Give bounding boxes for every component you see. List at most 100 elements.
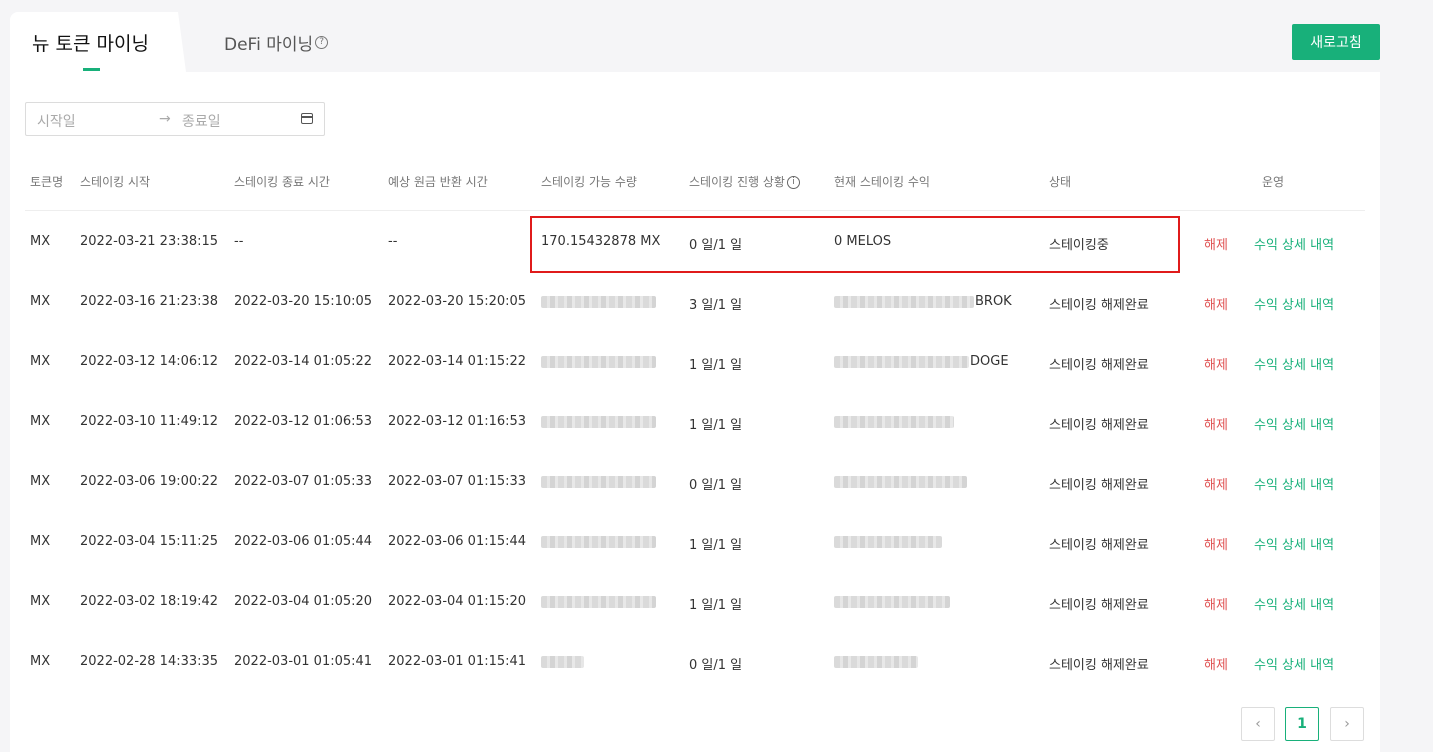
cell-progress: 0 일/1 일 (689, 658, 743, 673)
release-link[interactable]: 해제 (1204, 234, 1228, 253)
cell-earnings: DOGE (970, 354, 1009, 369)
cell-progress: 1 일/1 일 (689, 538, 743, 553)
blurred-amount (541, 296, 656, 308)
end-date-input[interactable]: 종료일 (182, 111, 221, 131)
blurred-earnings (834, 536, 942, 548)
cell-token: MX (30, 294, 51, 309)
pagination-page-1[interactable]: 1 (1285, 707, 1319, 741)
tab-defi-mining[interactable]: DeFi 마이닝 ? (224, 30, 329, 55)
pagination-next-button[interactable]: › (1330, 707, 1364, 741)
cell-end: 2022-03-20 15:10:05 (234, 294, 373, 309)
header-divider (25, 210, 1365, 211)
cell-return: 2022-03-04 01:15:20 (388, 594, 527, 609)
blurred-amount (541, 356, 656, 368)
release-link[interactable]: 해제 (1204, 414, 1228, 433)
cell-status: 스테이킹 해제완료 (1049, 598, 1149, 613)
cell-progress: 1 일/1 일 (689, 358, 743, 373)
cell-end: 2022-03-04 01:05:20 (234, 594, 373, 609)
start-date-input[interactable]: 시작일 (37, 111, 76, 131)
cell-progress: 1 일/1 일 (689, 418, 743, 433)
blurred-earnings (834, 596, 950, 608)
cell-start: 2022-03-12 14:06:12 (80, 354, 219, 369)
blurred-earnings (834, 416, 954, 428)
cell-token: MX (30, 234, 51, 249)
pagination-prev-button[interactable]: ‹ (1241, 707, 1275, 741)
col-status: 상태 (1049, 175, 1072, 189)
col-progress: 스테이킹 진행 상황 i (689, 173, 800, 190)
cell-return: 2022-03-07 01:15:33 (388, 474, 527, 489)
cell-return: -- (388, 234, 398, 249)
cell-return: 2022-03-20 15:20:05 (388, 294, 527, 309)
release-link[interactable]: 해제 (1204, 354, 1228, 373)
release-link[interactable]: 해제 (1204, 594, 1228, 613)
blurred-amount (541, 596, 656, 608)
col-return: 예상 원금 반환 시간 (388, 175, 488, 189)
cell-start: 2022-03-06 19:00:22 (80, 474, 219, 489)
cell-status: 스테이킹 해제완료 (1049, 658, 1149, 673)
earnings-detail-link[interactable]: 수익 상세 내역 (1254, 354, 1334, 373)
release-link[interactable]: 해제 (1204, 294, 1228, 313)
cell-status: 스테이킹 해제완료 (1049, 418, 1149, 433)
earnings-detail-link[interactable]: 수익 상세 내역 (1254, 594, 1334, 613)
info-icon[interactable]: i (786, 176, 800, 189)
chevron-right-icon: › (1344, 716, 1350, 732)
col-operation: 운영 (1262, 175, 1285, 189)
blurred-earnings (834, 296, 974, 308)
col-earnings: 현재 스테이킹 수익 (834, 175, 930, 189)
calendar-icon[interactable] (301, 113, 313, 124)
blurred-earnings (834, 356, 969, 368)
active-tab-indicator (83, 68, 100, 71)
cell-token: MX (30, 354, 51, 369)
earnings-detail-link[interactable]: 수익 상세 내역 (1254, 414, 1334, 433)
cell-start: 2022-03-02 18:19:42 (80, 594, 219, 609)
tab-new-token-mining[interactable]: 뉴 토큰 마이닝 (10, 12, 186, 72)
chevron-left-icon: ‹ (1255, 716, 1261, 732)
cell-end: 2022-03-07 01:05:33 (234, 474, 373, 489)
cell-return: 2022-03-01 01:15:41 (388, 654, 527, 669)
earnings-detail-link[interactable]: 수익 상세 내역 (1254, 534, 1334, 553)
earnings-detail-link[interactable]: 수익 상세 내역 (1254, 294, 1334, 313)
cell-status: 스테이킹 해제완료 (1049, 478, 1149, 493)
blurred-amount (541, 416, 656, 428)
cell-status: 스테이킹 해제완료 (1049, 358, 1149, 373)
cell-earnings: BROK (975, 294, 1012, 309)
cell-end: 2022-03-06 01:05:44 (234, 534, 373, 549)
cell-start: 2022-03-10 11:49:12 (80, 414, 219, 429)
blurred-amount (541, 656, 584, 668)
refresh-button[interactable]: 새로고침 (1292, 24, 1380, 60)
cell-token: MX (30, 594, 51, 609)
release-link[interactable]: 해제 (1204, 654, 1228, 673)
cell-progress: 3 일/1 일 (689, 298, 743, 313)
col-token: 토큰명 (30, 175, 64, 189)
tab-defi-label: DeFi 마이닝 (224, 35, 314, 55)
cell-token: MX (30, 414, 51, 429)
blurred-earnings (834, 656, 918, 668)
cell-start: 2022-03-16 21:23:38 (80, 294, 219, 309)
tab-new-token-label: 뉴 토큰 마이닝 (32, 33, 149, 55)
col-progress-label: 스테이킹 진행 상황 (689, 175, 785, 189)
cell-return: 2022-03-14 01:15:22 (388, 354, 527, 369)
cell-token: MX (30, 654, 51, 669)
cell-end: 2022-03-14 01:05:22 (234, 354, 373, 369)
col-amount: 스테이킹 가능 수량 (541, 175, 637, 189)
col-start: 스테이킹 시작 (80, 175, 151, 189)
blurred-earnings (834, 476, 967, 488)
release-link[interactable]: 해제 (1204, 534, 1228, 553)
cell-token: MX (30, 534, 51, 549)
cell-status: 스테이킹 해제완료 (1049, 538, 1149, 553)
highlight-box (530, 216, 1180, 273)
cell-end: 2022-03-01 01:05:41 (234, 654, 373, 669)
earnings-detail-link[interactable]: 수익 상세 내역 (1254, 474, 1334, 493)
release-link[interactable]: 해제 (1204, 474, 1228, 493)
cell-return: 2022-03-06 01:15:44 (388, 534, 527, 549)
blurred-amount (541, 536, 656, 548)
cell-progress: 1 일/1 일 (689, 598, 743, 613)
earnings-detail-link[interactable]: 수익 상세 내역 (1254, 234, 1334, 253)
cell-end: 2022-03-12 01:06:53 (234, 414, 373, 429)
date-range-picker[interactable]: 시작일 → 종료일 (25, 102, 325, 136)
question-icon[interactable]: ? (315, 36, 329, 49)
earnings-detail-link[interactable]: 수익 상세 내역 (1254, 654, 1334, 673)
cell-progress: 0 일/1 일 (689, 478, 743, 493)
cell-start: 2022-03-04 15:11:25 (80, 534, 219, 549)
col-end: 스테이킹 종료 시간 (234, 175, 330, 189)
